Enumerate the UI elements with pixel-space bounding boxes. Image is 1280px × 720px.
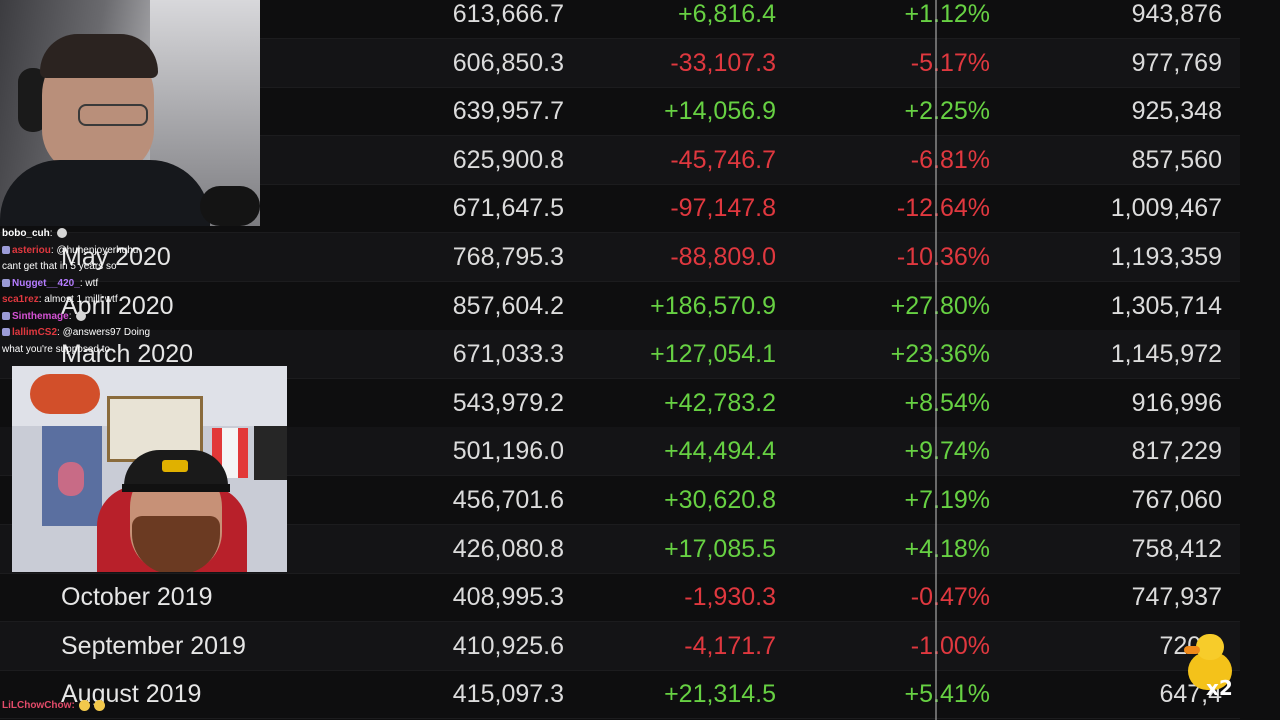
duck-multiplier: x2 (1206, 676, 1233, 700)
peak-players-cell: 925,348 (1131, 97, 1222, 126)
gain-cell: +14,056.9 (664, 97, 776, 126)
chat-message: Nugget__420_: wtf (0, 276, 262, 293)
gain-percent-cell: -6.81% (910, 145, 990, 174)
avg-players-cell: 415,097.3 (452, 680, 564, 709)
avg-players-cell: 768,795.3 (452, 243, 564, 271)
emote-icon (57, 228, 68, 239)
emote-icon (76, 310, 87, 321)
chat-message: sca1rez: almost 1 milli wtf (2, 294, 118, 305)
gain-percent-cell: +4.18% (904, 534, 991, 563)
table-row: October 2019 408,995.3 -1,930.3 -0.47% 747,9… (0, 573, 1240, 623)
gain-cell: -4,171.7 (684, 631, 776, 660)
gain-percent-cell: +5.41% (904, 680, 991, 709)
gain-percent-cell: -1.00% (910, 631, 990, 660)
peak-players-cell: 1,305,714 (1110, 291, 1222, 320)
gain-cell: -33,107.3 (670, 48, 776, 77)
chat-message: cant get that in 5 years so (0, 259, 262, 276)
gain-cell: -45,746.7 (670, 145, 776, 174)
chat-text: @huhenjoyerhuhu (56, 244, 139, 256)
gain-cell: +127,054.1 (650, 340, 776, 369)
avg-players-cell: 857,604.2 (452, 291, 564, 320)
gain-cell: -1,930.3 (684, 583, 776, 612)
gain-cell: +21,314.5 (664, 680, 776, 709)
peak-players-cell: 943,876 (1131, 0, 1222, 28)
badge-icon (2, 311, 10, 320)
gain-percent-cell: -5.17% (910, 48, 990, 77)
gain-percent-cell: +1.12% (904, 0, 991, 28)
peak-players-cell: 1,009,467 (1110, 194, 1222, 223)
badge-icon (2, 245, 10, 254)
gain-cell: -88,809.0 (670, 243, 776, 271)
chat-message: what you're supposed to (0, 342, 262, 359)
gain-cell: +42,783.2 (664, 388, 776, 417)
peak-players-cell: 758,412 (1131, 534, 1222, 563)
avg-players-cell: 501,196.0 (452, 437, 564, 466)
webcam-top (0, 0, 260, 226)
cursor-line (935, 0, 937, 720)
avg-players-cell: 543,979.2 (452, 388, 564, 417)
chat-overlay: bobo_cuh: asteriou: @huhenjoyerhuhu cant… (0, 226, 262, 366)
badge-icon (2, 278, 10, 287)
duck-icon: x2 (1182, 632, 1238, 702)
badge-icon (2, 328, 10, 337)
chat-username: lallimCS2 (12, 327, 58, 338)
peak-players-cell: 977,769 (1131, 48, 1222, 77)
emote-icon (78, 700, 90, 711)
peak-players-cell: 817,229 (1131, 437, 1222, 466)
chat-text: what you're supposed to (2, 343, 111, 355)
gain-percent-cell: +23.36% (890, 340, 990, 369)
avg-players-cell: 625,900.8 (452, 145, 564, 174)
chat-username: Nugget__420_ (12, 277, 80, 289)
chat-username: sca1rez (2, 294, 39, 305)
avg-players-cell: 671,647.5 (452, 194, 564, 223)
chat-text: almost 1 milli wtf (44, 294, 118, 305)
chat-username: Sinthemage (12, 310, 69, 322)
chat-message: lallimCS2: @answers97 Doing (0, 325, 262, 342)
avg-players-cell: 408,995.3 (452, 583, 564, 612)
chat-text: @answers97 Doing (62, 327, 151, 338)
gain-percent-cell: -0.47% (910, 583, 990, 612)
avg-players-cell: 456,701.6 (452, 486, 564, 514)
chat-message: bobo_cuh: (0, 226, 262, 243)
peak-players-cell: 1,145,972 (1110, 340, 1222, 369)
chat-username: asteriou (12, 244, 51, 256)
gain-percent-cell: +9.74% (904, 437, 991, 466)
gain-percent-cell: -10.36% (896, 243, 990, 271)
gain-cell: +44,494.4 (664, 437, 776, 466)
chat-text: cant get that in 5 years so (2, 261, 117, 272)
avg-players-cell: 606,850.3 (452, 48, 564, 77)
avg-players-cell: 671,033.3 (452, 340, 564, 369)
chat-bottom-line: LiLChowChow: (2, 700, 105, 711)
gain-cell: -97,147.8 (670, 194, 776, 223)
gain-percent-cell: +7.19% (904, 486, 991, 514)
gain-percent-cell: +27.80% (890, 291, 990, 320)
chat-username: bobo_cuh (2, 228, 50, 239)
webcam-bottom (12, 366, 287, 572)
avg-players-cell: 613,666.7 (452, 0, 564, 28)
month-cell: October 2019 (61, 583, 213, 612)
chat-message: Sinthemage: (0, 309, 262, 326)
gain-percent-cell: +8.54% (904, 388, 991, 417)
avg-players-cell: 639,957.7 (452, 97, 564, 126)
emote-icon (93, 700, 105, 711)
gain-percent-cell: -12.64% (896, 194, 990, 223)
avg-players-cell: 426,080.8 (452, 534, 564, 563)
gain-cell: +6,816.4 (677, 0, 776, 28)
gain-cell: +186,570.9 (650, 291, 776, 320)
gain-cell: +30,620.8 (664, 486, 776, 514)
month-cell: September 2019 (61, 631, 246, 660)
peak-players-cell: 1,193,359 (1110, 243, 1222, 271)
chat-message: asteriou: @huhenjoyerhuhu (0, 243, 262, 260)
peak-players-cell: 916,996 (1131, 388, 1222, 417)
table-row: August 2019 415,097.3 +21,314.5 +5.41% 647,4 (0, 670, 1240, 720)
peak-players-cell: 747,937 (1131, 583, 1222, 612)
avg-players-cell: 410,925.6 (452, 631, 564, 660)
table-row: September 2019410,925.6-4,171.7-1.00%720… (0, 621, 1240, 671)
chat-username: LiLChowChow (2, 700, 72, 712)
peak-players-cell: 857,560 (1131, 145, 1222, 174)
gain-percent-cell: +2.25% (904, 97, 991, 126)
gain-cell: +17,085.5 (664, 534, 776, 563)
chat-text: wtf (85, 277, 99, 289)
peak-players-cell: 767,060 (1131, 486, 1222, 514)
